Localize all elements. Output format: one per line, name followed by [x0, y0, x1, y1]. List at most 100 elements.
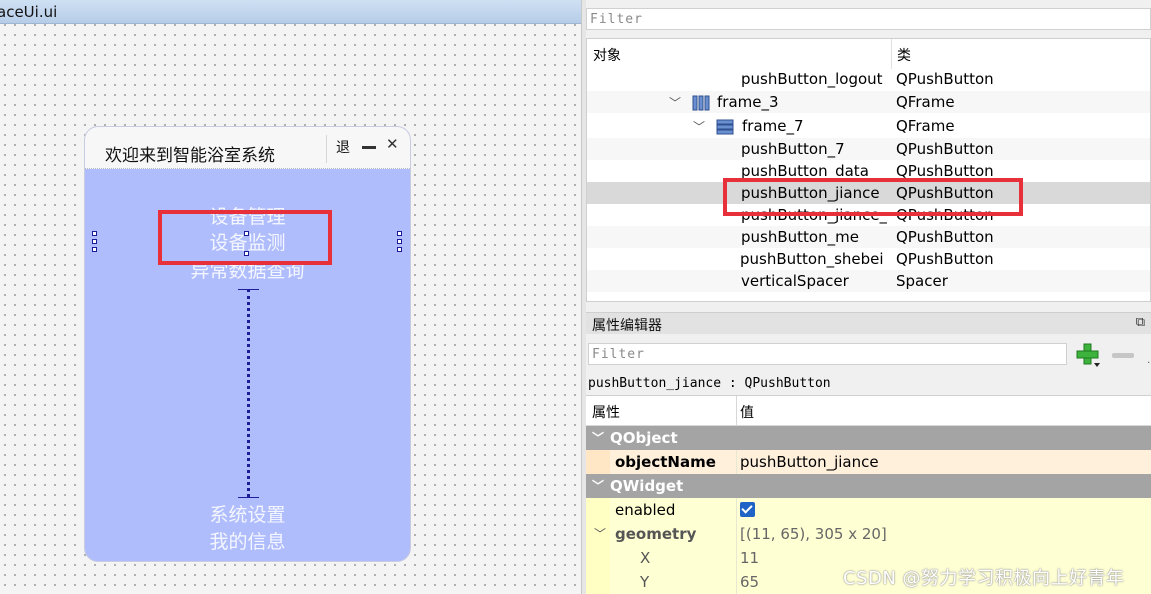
remove-property-icon[interactable] [1112, 353, 1134, 358]
tree-object-name: frame_3 [717, 93, 779, 111]
form-header: 欢迎来到智能浴室系统 退 ✕ [85, 127, 410, 169]
tree-class-name: QPushButton [896, 206, 994, 224]
object-filter-input[interactable]: Filter [586, 8, 1151, 30]
group-label: QObject [610, 429, 678, 447]
object-tree[interactable]: 对象 类 pushButton_logout QPushButton ﹀ fra… [586, 38, 1151, 302]
tree-row[interactable]: pushButton_7 QPushButton [587, 138, 1150, 160]
row-indent [586, 498, 610, 522]
minimize-icon[interactable] [362, 146, 376, 149]
property-value[interactable]: [(11, 65), 305 x 20] [740, 525, 887, 543]
chevron-down-icon[interactable]: ﹀ [693, 118, 705, 135]
header-divider [891, 39, 892, 69]
canvas-title: aceUi.ui [0, 3, 58, 21]
property-name: objectName [615, 453, 716, 471]
selection-handle[interactable] [397, 247, 402, 252]
selection-handle[interactable] [244, 251, 249, 256]
vertical-layout-icon [716, 119, 734, 135]
tree-class-name: QPushButton [896, 250, 994, 268]
tree-row[interactable]: pushButton_shebei QPushButton [587, 248, 1150, 270]
row-indent [586, 546, 610, 570]
tree-object-name: frame_7 [742, 117, 804, 135]
tree-class-name: QPushButton [896, 162, 994, 180]
menu-button-abnormal-data-query[interactable]: 异常数据查询 [85, 259, 410, 283]
chevron-down-icon[interactable]: ﹀ [594, 525, 606, 542]
property-row-geometry[interactable]: ﹀ geometry [(11, 65), 305 x 20] [586, 522, 1151, 546]
tree-row-selected[interactable]: pushButton_jiance QPushButton [587, 182, 1150, 204]
enabled-checkbox[interactable] [740, 502, 755, 517]
tree-row[interactable]: verticalSpacer Spacer [587, 270, 1150, 292]
tree-object-name: pushButton_shebei [740, 250, 884, 268]
group-row-qwidget[interactable]: ﹀ QWidget [586, 474, 1151, 498]
property-table-header: 属性 值 [586, 396, 1151, 426]
close-icon[interactable]: ✕ [386, 135, 399, 153]
chevron-down-icon[interactable]: ﹀ [592, 477, 604, 494]
row-indent [586, 450, 610, 474]
spacer-bottom-cap [238, 497, 259, 498]
property-object-label: pushButton_jiance : QPushButton [588, 376, 831, 391]
menu-button-system-settings[interactable]: 系统设置 [85, 503, 410, 527]
tree-row[interactable]: pushButton_logout QPushButton [587, 68, 1150, 90]
selection-handle[interactable] [244, 231, 249, 236]
designer-canvas[interactable]: aceUi.ui 欢迎来到智能浴室系统 退 ✕ 设备管理 设备监测 异常数据查询… [0, 0, 581, 594]
tree-object-name: pushButton_7 [741, 140, 845, 158]
property-filter-input[interactable]: Filter [588, 343, 1067, 365]
tree-row[interactable]: pushButton_jiance_3 QPushButton [587, 204, 1150, 226]
logout-button[interactable]: 退 [336, 137, 350, 157]
tree-object-name: verticalSpacer [741, 272, 849, 290]
add-property-icon[interactable] [1075, 342, 1101, 368]
property-editor-title-bar: 属性编辑器 ⧉ [586, 312, 1151, 334]
tree-class-name: QPushButton [896, 140, 994, 158]
row-indent [586, 570, 610, 594]
inspector-panel: Filter 对象 类 pushButton_logout QPushButto… [586, 0, 1151, 594]
property-value[interactable]: 65 [740, 573, 759, 591]
menu-button-my-info[interactable]: 我的信息 [85, 530, 410, 554]
header-divider [326, 135, 327, 163]
selection-handle[interactable] [92, 247, 97, 252]
column-divider [736, 450, 737, 474]
tree-class-name: QPushButton [896, 70, 994, 88]
form-title: 欢迎来到智能浴室系统 [105, 146, 275, 166]
selection-handle[interactable] [397, 239, 402, 244]
main-form-preview[interactable]: 欢迎来到智能浴室系统 退 ✕ 设备管理 设备监测 异常数据查询 系统设置 我的信… [84, 126, 411, 562]
chevron-down-icon[interactable]: ﹀ [669, 94, 681, 111]
selection-handle[interactable] [397, 231, 402, 236]
chevron-down-icon[interactable]: ﹀ [592, 429, 604, 446]
object-tree-header: 对象 类 [587, 39, 1150, 69]
column-divider [736, 546, 737, 570]
menu-button-device-management[interactable]: 设备管理 [85, 205, 410, 229]
tree-class-name: Spacer [896, 272, 948, 290]
column-divider [736, 498, 737, 522]
tree-row[interactable]: ﹀ frame_3 QFrame [587, 91, 1150, 113]
property-name: enabled [615, 501, 676, 519]
property-value[interactable]: 11 [740, 549, 759, 567]
float-dock-icon[interactable]: ⧉ [1136, 315, 1145, 330]
group-row-qobject[interactable]: ﹀ QObject [586, 426, 1151, 450]
property-name: Y [640, 573, 650, 591]
canvas-title-bar: aceUi.ui [0, 0, 581, 24]
property-row-objectname[interactable]: objectName pushButton_jiance [586, 450, 1151, 474]
property-name: X [640, 549, 651, 567]
value-column-header[interactable]: 值 [740, 402, 754, 422]
tree-object-name: pushButton_me [741, 228, 859, 246]
watermark: CSDN @努力学习积极向上好青年 [843, 568, 1125, 589]
property-column-header[interactable]: 属性 [592, 402, 620, 422]
column-divider [736, 522, 737, 546]
vertical-spacer[interactable] [247, 289, 250, 497]
tree-object-name: pushButton_jiance [741, 184, 880, 202]
selection-handle[interactable] [92, 231, 97, 236]
tree-row[interactable]: ﹀ frame_7 QFrame [587, 115, 1150, 137]
tree-row[interactable]: pushButton_data QPushButton [587, 160, 1150, 182]
group-label: QWidget [610, 477, 684, 495]
tree-class-name: QPushButton [896, 184, 994, 202]
object-column-header[interactable]: 对象 [593, 45, 621, 65]
class-column-header[interactable]: 类 [897, 45, 911, 65]
property-value-input[interactable]: pushButton_jiance [740, 453, 879, 471]
header-divider [736, 396, 737, 426]
tree-object-name: pushButton_jiance_3 [741, 206, 887, 224]
property-row-enabled[interactable]: enabled [586, 498, 1151, 522]
selection-handle[interactable] [92, 239, 97, 244]
tree-row[interactable]: pushButton_me QPushButton [587, 226, 1150, 248]
tree-class-name: QFrame [896, 93, 955, 111]
more-options-icon[interactable]: … [1147, 355, 1151, 366]
horizontal-layout-icon [692, 95, 710, 111]
